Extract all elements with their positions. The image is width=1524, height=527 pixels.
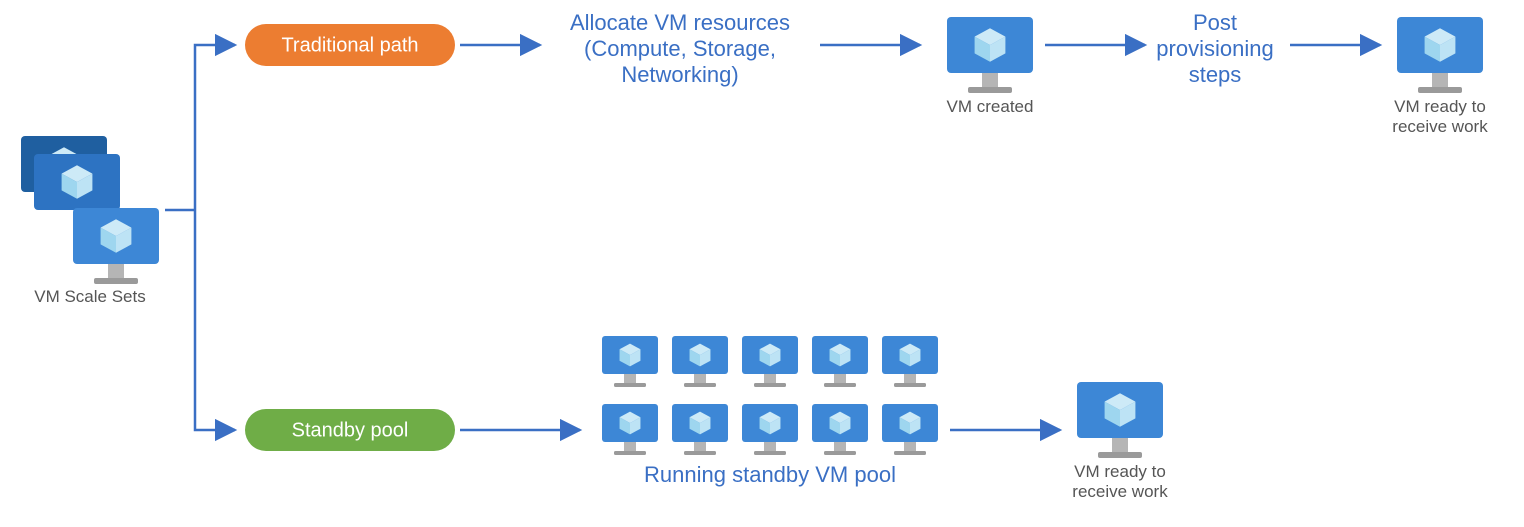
vm-azure-icon — [812, 404, 868, 455]
vm-azure-icon — [947, 17, 1033, 93]
svg-text:Allocate VM resources: Allocate VM resources — [570, 10, 790, 35]
vm-azure-icon — [672, 336, 728, 387]
vm-azure-icon — [602, 404, 658, 455]
svg-text:VM ready to: VM ready to — [1394, 97, 1486, 116]
svg-text:VM ready to: VM ready to — [1074, 462, 1166, 481]
provisioning-diagram: VM Scale Sets Traditional path Allocate … — [0, 0, 1524, 527]
vm-azure-icon — [602, 336, 658, 387]
vm-azure-icon — [812, 336, 868, 387]
standby-vm-pool — [602, 336, 938, 455]
standby-pool-caption: Running standby VM pool — [644, 462, 896, 487]
vm-azure-icon — [73, 208, 159, 284]
svg-text:Post: Post — [1193, 10, 1237, 35]
vm-azure-icon — [1397, 17, 1483, 93]
vm-azure-icon — [882, 336, 938, 387]
vm-azure-icon — [672, 404, 728, 455]
vm-azure-icon — [742, 404, 798, 455]
vm-azure-icon — [1077, 382, 1163, 458]
svg-text:steps: steps — [1189, 62, 1242, 87]
svg-text:receive work: receive work — [1072, 482, 1168, 501]
vm-azure-icon — [742, 336, 798, 387]
vm-scale-sets — [21, 136, 159, 284]
svg-text:receive work: receive work — [1392, 117, 1488, 136]
traditional-path-label: Traditional path — [281, 34, 418, 56]
svg-text:Networking): Networking) — [621, 62, 738, 87]
standby-pool-label: Standby pool — [292, 419, 409, 441]
vm-azure-icon — [882, 404, 938, 455]
source-label: VM Scale Sets — [34, 287, 146, 306]
svg-text:(Compute, Storage,: (Compute, Storage, — [584, 36, 776, 61]
svg-text:provisioning: provisioning — [1156, 36, 1273, 61]
vm-created-label: VM created — [947, 97, 1034, 116]
